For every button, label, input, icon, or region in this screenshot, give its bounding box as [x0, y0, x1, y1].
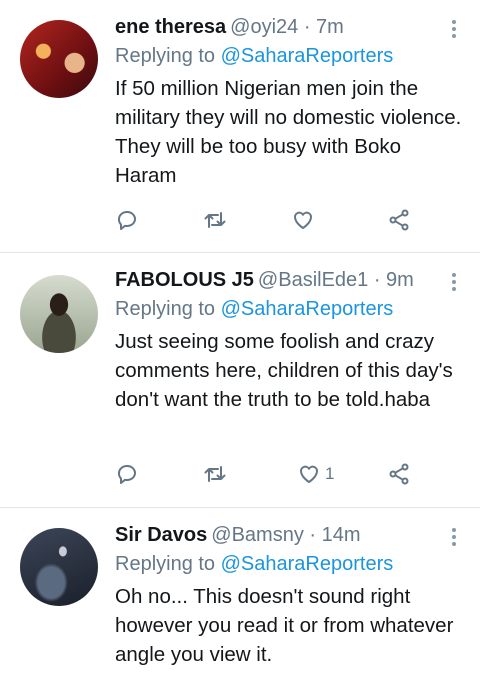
retweet-icon — [204, 212, 226, 228]
tweet[interactable]: Sir Davos @Bamsny · 14m Replying to @Saha… — [0, 508, 480, 684]
tweet-text: If 50 million Nigerian men join the mili… — [115, 77, 462, 187]
like-icon — [299, 465, 319, 483]
handle-and-time: @BasilEde1 · 9m — [257, 269, 414, 291]
display-name[interactable]: ene theresa — [115, 16, 226, 38]
handle-and-time: @Bamsny · 14m — [211, 524, 361, 546]
mention-link[interactable]: @SaharaReporters — [221, 45, 394, 67]
like-icon — [293, 211, 313, 229]
like-count: 1 — [325, 464, 335, 483]
tweet-text: Just seeing some foolish and crazy comme… — [115, 330, 453, 411]
replying-to-label: Replying to — [115, 45, 216, 67]
display-name[interactable]: Sir Davos — [115, 524, 207, 546]
reply-icon — [117, 465, 136, 484]
reply-button[interactable] — [115, 207, 139, 233]
like-button[interactable]: 1 — [297, 461, 334, 487]
tweet-header: ene theresa @oyi24 · 7m — [115, 14, 466, 41]
share-icon — [389, 463, 409, 485]
tweet[interactable]: FABOLOUS J5 @BasilEde1 · 9m Replying to @… — [0, 253, 480, 508]
share-button[interactable] — [387, 207, 411, 233]
more-icon[interactable] — [452, 273, 456, 294]
avatar[interactable] — [20, 20, 98, 98]
tweet-header: FABOLOUS J5 @BasilEde1 · 9m — [115, 267, 466, 294]
mention-link[interactable]: @SaharaReporters — [221, 553, 394, 575]
replying-to: Replying to @SaharaReporters — [115, 43, 466, 70]
replying-to-label: Replying to — [115, 298, 216, 320]
tweet-header: Sir Davos @Bamsny · 14m — [115, 522, 466, 549]
replying-to: Replying to @SaharaReporters — [115, 296, 466, 323]
like-button[interactable] — [291, 207, 321, 233]
tweet-actions: 1 — [115, 461, 415, 487]
replying-to-label: Replying to — [115, 553, 216, 575]
tweet[interactable]: ene theresa @oyi24 · 7m Replying to @Saha… — [0, 0, 480, 253]
share-icon — [389, 209, 409, 231]
display-name[interactable]: FABOLOUS J5 — [115, 269, 254, 291]
avatar[interactable] — [20, 528, 98, 606]
more-icon[interactable] — [452, 20, 456, 41]
share-button[interactable] — [387, 461, 411, 487]
tweet-text: Oh no... This doesn't sound right howeve… — [115, 585, 454, 666]
reply-icon — [117, 211, 136, 230]
avatar[interactable] — [20, 275, 98, 353]
retweet-button[interactable] — [203, 207, 227, 233]
handle-and-time: @oyi24 · 7m — [230, 16, 344, 38]
tweet-actions — [115, 207, 415, 233]
more-icon[interactable] — [452, 528, 456, 549]
retweet-icon — [204, 466, 226, 482]
replying-to: Replying to @SaharaReporters — [115, 551, 466, 578]
reply-button[interactable] — [115, 461, 139, 487]
retweet-button[interactable] — [203, 461, 227, 487]
mention-link[interactable]: @SaharaReporters — [221, 298, 394, 320]
